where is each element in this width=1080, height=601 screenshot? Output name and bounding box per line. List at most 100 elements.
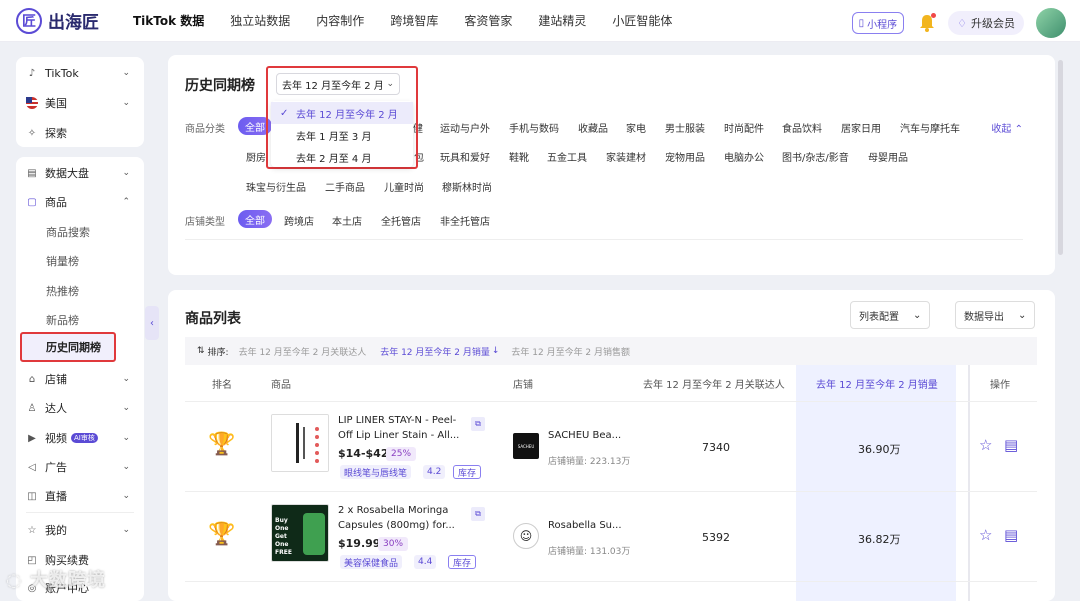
watermark-text: 大数跨境 [30, 570, 106, 591]
creator-count: 7340 [702, 441, 730, 454]
us-flag-icon [26, 97, 38, 109]
category-chip[interactable]: 收藏品 [578, 120, 608, 135]
brand-logo[interactable]: 匠 出海匠 [16, 7, 128, 34]
category-chip[interactable]: 珠宝与衍生品 [246, 179, 306, 194]
sidebar-item-mine[interactable]: ☆ 我的 ⌄ [26, 520, 136, 540]
store-name[interactable]: SACHEU Bea... [548, 430, 621, 441]
detail-icon[interactable]: ▤ [1004, 436, 1018, 454]
store-type-chip[interactable]: 本土店 [332, 213, 362, 228]
nav-think-tank[interactable]: 跨境智库 [390, 12, 438, 29]
upgrade-button[interactable]: ♢ 升级会员 [948, 11, 1024, 35]
period-select[interactable]: 去年 12 月至今年 2 月 ⌄ [276, 73, 400, 95]
nav-customer[interactable]: 客资管家 [464, 12, 512, 29]
sidebar-item-creator[interactable]: ♙ 达人 ⌄ [26, 398, 136, 418]
chevron-down-icon: ⌄ [122, 374, 130, 384]
nav-independent-site[interactable]: 独立站数据 [230, 12, 290, 29]
mini-program-button[interactable]: ▯ 小程序 [851, 12, 905, 34]
sidebar-item-goods[interactable]: ▢ 商品 ⌃ [26, 192, 136, 212]
category-chip[interactable]: 运动与户外 [440, 120, 490, 135]
sidebar-item-explore[interactable]: ✧ 探索 [26, 123, 136, 143]
sort-option[interactable]: 去年 12 月至今年 2 月关联达人 [239, 345, 367, 358]
filter-divider [185, 239, 1023, 240]
store-type-chip[interactable]: 全托管店 [381, 213, 421, 228]
category-chip[interactable]: 电脑办公 [724, 149, 764, 164]
sort-option[interactable]: 去年 12 月至今年 2 月销售额 [511, 345, 630, 358]
period-option[interactable]: ✓ 去年 12 月至今年 2 月 [271, 102, 413, 124]
star-icon[interactable]: ☆ [979, 436, 992, 454]
category-chip[interactable]: 时尚配件 [724, 120, 764, 135]
category-chip[interactable]: 食品饮料 [782, 120, 822, 135]
platform-select[interactable]: ♪ TikTok ⌄ [26, 63, 136, 83]
col-creators[interactable]: 去年 12 月至今年 2 月关联达人 [643, 376, 785, 391]
chevron-up-icon: ⌃ [122, 197, 130, 207]
list-config-button[interactable]: 列表配置 ⌄ [850, 301, 931, 329]
sidebar-sub-sales[interactable]: 销量榜 [46, 253, 79, 269]
sidebar-item-store[interactable]: ⌂ 店铺 ⌄ [26, 369, 136, 389]
rating-tag: 4.4 [414, 555, 437, 569]
product-image[interactable]: Buy One Get One FREE [271, 504, 329, 562]
collapse-label: 收起 [991, 124, 1012, 135]
star-icon[interactable]: ☆ [979, 526, 992, 544]
copy-icon[interactable]: ⧉ [471, 507, 485, 521]
store-name[interactable]: Rosabella Su... [548, 520, 622, 531]
category-chip[interactable]: 穆斯林时尚 [442, 179, 492, 194]
product-name[interactable]: LIP LINER STAY-N - Peel-Off Lip Liner St… [338, 413, 466, 443]
category-chip[interactable]: 儿童时尚 [384, 179, 424, 194]
nav-site-builder[interactable]: 建站精灵 [538, 12, 586, 29]
product-image[interactable] [271, 414, 329, 472]
product-name[interactable]: 2 x Rosabella Moringa Capsules (800mg) f… [338, 503, 466, 533]
category-chip[interactable]: 鞋靴 [509, 149, 529, 164]
page-scrollbar[interactable] [1058, 60, 1063, 255]
sidebar-item-ads[interactable]: ◁ 广告 ⌄ [26, 457, 136, 477]
category-chip[interactable]: 手机与数码 [509, 120, 559, 135]
region-select[interactable]: 美国 ⌄ [26, 93, 136, 113]
period-option-label: 去年 12 月至今年 2 月 [296, 109, 398, 121]
user-avatar[interactable] [1036, 8, 1066, 38]
store-type-chip[interactable]: 非全托管店 [440, 213, 490, 228]
stock-tag[interactable]: 库存 [453, 465, 482, 479]
category-chip[interactable]: 汽车与摩托车 [900, 120, 960, 135]
category-chip[interactable]: 玩具和爱好 [440, 149, 490, 164]
sort-icon: ⇅ [197, 346, 205, 356]
period-highlight: 去年 12 月至今年 2 月 ⌄ ✓ 去年 12 月至今年 2 月 去年 1 月… [266, 66, 418, 169]
category-chip[interactable]: 家装建材 [606, 149, 646, 164]
nav-agent[interactable]: 小匠智能体 [612, 12, 672, 29]
store-type-chip[interactable]: 跨境店 [284, 213, 314, 228]
store-type-all-chip[interactable]: 全部 [238, 210, 272, 228]
category-chip[interactable]: 图书/杂志/影音 [782, 149, 849, 164]
stock-tag[interactable]: 库存 [448, 555, 477, 569]
mini-program-label: 小程序 [867, 19, 898, 31]
category-chip[interactable]: 二手商品 [325, 179, 365, 194]
sidebar-item-live[interactable]: ◫ 直播 ⌄ [26, 486, 136, 506]
sidebar-sub-search[interactable]: 商品搜索 [46, 224, 90, 240]
category-chip[interactable]: 母婴用品 [868, 149, 908, 164]
category-chip[interactable]: 男士服装 [665, 120, 705, 135]
region-label: 美国 [45, 97, 67, 110]
nav-tiktok-data[interactable]: TikTok 数据 [133, 12, 204, 29]
category-tag: 眼线笔与唇线笔 [340, 465, 412, 479]
category-chip[interactable]: 五金工具 [547, 149, 587, 164]
chevron-down-icon: ⌄ [122, 491, 130, 501]
period-option[interactable]: 去年 1 月至 3 月 [271, 124, 413, 146]
sidebar-collapse-button[interactable]: ‹ [145, 306, 159, 340]
detail-icon[interactable]: ▤ [1004, 526, 1018, 544]
category-chip[interactable]: 家电 [626, 120, 646, 135]
history-label: 历史同期榜 [46, 341, 101, 354]
period-option[interactable]: 去年 2 月至 4 月 [271, 146, 413, 168]
sort-option-active[interactable]: 去年 12 月至今年 2 月销量 [380, 345, 490, 358]
col-sales[interactable]: 去年 12 月至今年 2 月销量 [816, 376, 938, 391]
sidebar-sub-hot[interactable]: 热推榜 [46, 283, 79, 299]
copy-icon[interactable]: ⧉ [471, 417, 485, 431]
chevron-up-icon: ⌃ [1014, 124, 1023, 135]
sidebar-sub-history[interactable]: 历史同期榜 [20, 332, 116, 362]
sidebar-item-dashboard[interactable]: ▤ 数据大盘 ⌄ [26, 163, 136, 183]
category-chip[interactable]: 宠物用品 [665, 149, 705, 164]
sidebar-sub-new[interactable]: 新品榜 [46, 312, 79, 328]
export-button[interactable]: 数据导出 ⌄ [955, 301, 1036, 329]
category-chip[interactable]: 居家日用 [841, 120, 881, 135]
nav-content[interactable]: 内容制作 [316, 12, 364, 29]
notification-button[interactable] [918, 13, 937, 33]
sidebar-item-video[interactable]: ▶ 视频 AI审核 ⌄ [26, 428, 136, 448]
collapse-toggle[interactable]: 收起 ⌃ [991, 120, 1023, 135]
category-label: 商品分类 [185, 124, 225, 135]
